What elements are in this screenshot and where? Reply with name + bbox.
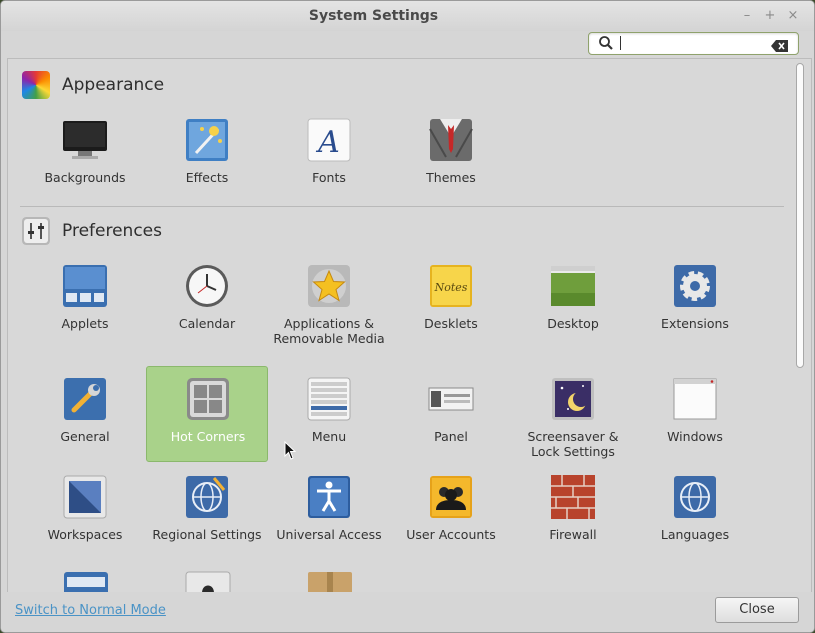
accessibility-icon: [308, 476, 350, 518]
settings-item-fonts[interactable]: A Fonts: [268, 111, 390, 207]
item-label: Backgrounds: [44, 170, 126, 185]
notes-icon: Notes: [430, 265, 472, 307]
item-label: Screensaver & Lock Settings: [527, 429, 619, 459]
scrollbar-thumb[interactable]: [796, 63, 804, 368]
settings-item-universal-access[interactable]: Universal Access: [268, 468, 390, 564]
settings-item-desktop[interactable]: Desktop: [512, 257, 634, 353]
clock-icon: [186, 265, 228, 307]
settings-item-backgrounds[interactable]: Backgrounds: [24, 111, 146, 207]
title-bar[interactable]: System Settings – + ×: [1, 1, 814, 31]
settings-item-languages[interactable]: Languages: [634, 468, 756, 564]
search-icon: [598, 35, 614, 55]
globe-pencil-icon: [186, 476, 228, 518]
workspaces-icon: [63, 475, 107, 519]
settings-item-applets[interactable]: Applets: [24, 257, 146, 353]
settings-item-user-accounts[interactable]: User Accounts: [390, 468, 512, 564]
partial-settings-icon[interactable]: [307, 571, 353, 593]
settings-item-effects[interactable]: Effects: [146, 111, 268, 207]
settings-item-applications-removable-media[interactable]: Applications & Removable Media: [268, 257, 390, 353]
brick-wall-icon: [551, 475, 595, 519]
minimize-button[interactable]: –: [738, 7, 756, 25]
wrench-icon: [64, 378, 106, 420]
item-label: Firewall: [549, 527, 597, 542]
close-window-button[interactable]: ×: [784, 7, 802, 25]
settings-item-hot-corners[interactable]: Hot Corners: [146, 366, 268, 462]
window-title: System Settings: [308, 8, 439, 24]
settings-item-screensaver-lock[interactable]: Screensaver & Lock Settings: [512, 370, 634, 466]
item-label: Desktop: [547, 316, 599, 331]
settings-item-windows[interactable]: Windows: [634, 370, 756, 466]
item-label: Applications & Removable Media: [273, 316, 385, 346]
panel-icon: [428, 387, 474, 411]
text-caret: [620, 36, 621, 50]
item-label: Extensions: [661, 316, 729, 331]
settings-item-workspaces[interactable]: Workspaces: [24, 468, 146, 564]
section-title: Preferences: [62, 221, 162, 241]
maximize-button[interactable]: +: [761, 7, 779, 25]
item-label: Regional Settings: [152, 527, 262, 542]
item-label: Universal Access: [276, 527, 382, 542]
section-divider: [20, 206, 784, 207]
svg-text:Notes: Notes: [434, 281, 468, 294]
settings-item-panel[interactable]: Panel: [390, 370, 512, 466]
gear-icon: [674, 265, 716, 307]
item-label: Themes: [426, 170, 476, 185]
settings-item-general[interactable]: General: [24, 370, 146, 466]
system-settings-window: System Settings – + × Appearance Backgro…: [0, 0, 815, 633]
item-label: Desklets: [424, 316, 478, 331]
applets-icon: [63, 265, 107, 307]
item-label: Effects: [185, 170, 229, 185]
item-label: Windows: [667, 429, 723, 444]
color-wheel-icon: [22, 71, 50, 99]
users-icon: [430, 476, 472, 518]
item-label: Calendar: [178, 316, 236, 331]
scrollbar[interactable]: [796, 63, 804, 589]
item-label: Panel: [434, 429, 468, 444]
settings-item-extensions[interactable]: Extensions: [634, 257, 756, 353]
globe-icon: [674, 476, 716, 518]
search-input[interactable]: [588, 32, 799, 55]
switch-mode-link[interactable]: Switch to Normal Mode: [15, 603, 166, 618]
item-label: Hot Corners: [170, 429, 246, 444]
item-label: Fonts: [312, 170, 346, 185]
partial-settings-icon[interactable]: [63, 571, 109, 593]
suit-tie-icon: [429, 119, 473, 161]
settings-item-regional-settings[interactable]: Regional Settings: [146, 468, 268, 564]
menu-list-icon: [307, 377, 351, 421]
magic-wand-icon: [186, 119, 228, 161]
item-label: Workspaces: [47, 527, 123, 542]
item-label: Languages: [660, 527, 730, 542]
settings-item-calendar[interactable]: Calendar: [146, 257, 268, 353]
item-label: User Accounts: [406, 527, 496, 542]
hot-corners-icon: [187, 378, 229, 420]
sliders-icon: [22, 217, 50, 245]
window-icon: [673, 378, 717, 420]
item-label: General: [60, 429, 110, 444]
svg-text:A: A: [315, 125, 340, 160]
section-title: Appearance: [62, 75, 165, 95]
footer: Switch to Normal Mode Close: [1, 592, 814, 632]
search-row: [1, 31, 814, 57]
monitor-icon: [63, 121, 107, 159]
desktop-icon: [551, 266, 595, 306]
settings-item-firewall[interactable]: Firewall: [512, 468, 634, 564]
item-label: Applets: [61, 316, 109, 331]
font-letter-icon: A: [307, 118, 351, 162]
star-media-icon: [308, 265, 350, 307]
partial-settings-icon[interactable]: [185, 571, 231, 593]
settings-item-themes[interactable]: Themes: [390, 111, 512, 207]
moon-screensaver-icon: [552, 378, 594, 420]
settings-content: Appearance Backgrounds Effects A Fonts T…: [7, 58, 812, 594]
close-button[interactable]: Close: [715, 597, 799, 623]
mouse-cursor-icon: [284, 441, 297, 460]
clear-search-icon[interactable]: [771, 37, 789, 56]
settings-item-desklets[interactable]: Notes Desklets: [390, 257, 512, 353]
